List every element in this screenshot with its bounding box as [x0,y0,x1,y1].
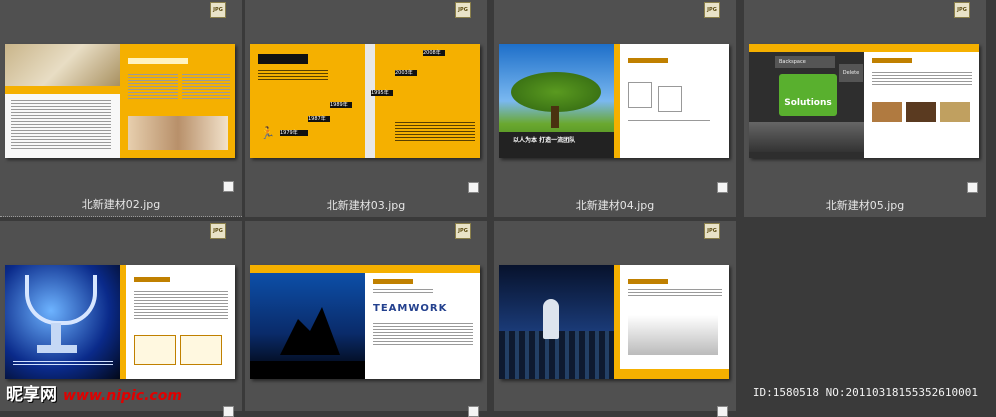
slogan-text: 以人为本 打造一流团队 [513,137,576,144]
thumbnail-cell-07[interactable]: JPG TEAMWORK [245,221,487,417]
jpg-file-icon: JPG [210,2,226,18]
year-label: 2003年 [395,70,417,76]
delete-key: Delete [839,64,863,82]
thumbnail-cell-08[interactable]: JPG [494,221,736,417]
jpg-file-icon: JPG [704,223,720,239]
thumbnail-cell-05[interactable]: JPG Backspace Delete Solutions 北新建材05.jp… [744,0,986,217]
thumbnail-image[interactable] [499,265,729,379]
select-checkbox[interactable] [223,406,234,417]
thumbnail-image[interactable]: 🏃 1979年 1987年 1989年 1995年 2003年 2008年 [250,44,480,158]
thumbnail-image[interactable]: Backspace Delete Solutions [749,44,979,158]
year-label: 1989年 [330,102,352,108]
year-label: 2008年 [423,50,445,56]
teamwork-title: TEAMWORK [373,303,448,314]
select-checkbox[interactable] [223,181,234,192]
solutions-key: Solutions [779,74,837,116]
climbers-silhouette [280,307,340,355]
thumbnail-image[interactable] [5,44,235,158]
thumbnail-caption: 北新建材05.jpg [825,199,905,212]
select-checkbox[interactable] [967,182,978,193]
jpg-file-icon: JPG [455,223,471,239]
year-label: 1979年 [280,130,308,136]
select-checkbox[interactable] [468,182,479,193]
thumbnail-cell-02[interactable]: JPG 北新建材02.jpg [0,0,242,217]
nipic-watermark: 昵享网 www.nipic.com [6,380,182,405]
thumbnail-cell-04[interactable]: JPG 以人为本 打造一流团队 北新建材04.jpg [494,0,736,217]
year-label: 1987年 [308,116,330,122]
jpg-file-icon: JPG [210,223,226,239]
trophy-icon [25,275,97,325]
thumbnail-image[interactable]: 以人为本 打造一流团队 [499,44,729,158]
select-checkbox[interactable] [468,406,479,417]
jpg-file-icon: JPG [954,2,970,18]
runner-icon: 🏃 [260,126,275,140]
jpg-file-icon: JPG [704,2,720,18]
image-id-label: ID:1580518 NO:20110318155352610001 [752,386,978,399]
thumbnail-image[interactable]: TEAMWORK [250,265,480,379]
thumbnail-caption: 北新建材04.jpg [575,199,655,212]
thumbnail-cell-03[interactable]: JPG 🏃 1979年 1987年 1989年 1995年 2003年 2008… [245,0,487,217]
select-checkbox[interactable] [717,182,728,193]
thumbnail-image[interactable] [5,265,235,379]
thumbnail-caption: 北新建材02.jpg [81,198,161,211]
watermark-url: www.nipic.com [63,388,182,404]
chess-piece-icon [543,299,559,339]
thumbnail-grid: JPG 北新建材02.jpg JPG 🏃 1979年 1987年 1989年 1… [0,0,996,417]
watermark-logo: 昵享网 [6,385,57,405]
thumbnail-caption: 北新建材03.jpg [326,199,406,212]
backspace-key: Backspace [775,56,835,68]
select-checkbox[interactable] [717,406,728,417]
jpg-file-icon: JPG [455,2,471,18]
year-label: 1995年 [371,90,393,96]
